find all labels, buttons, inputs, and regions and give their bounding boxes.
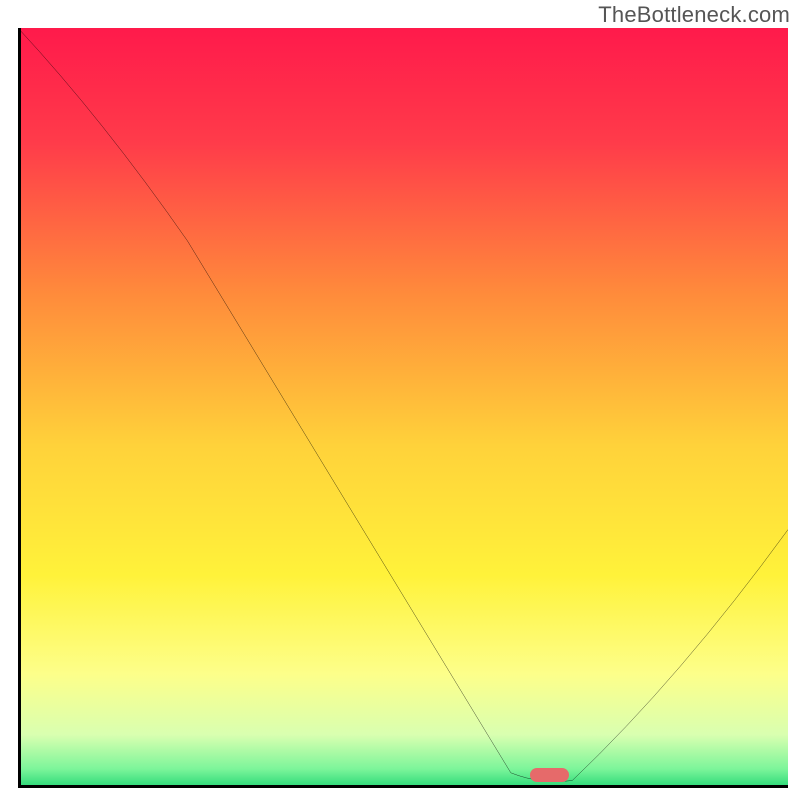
watermark-text: TheBottleneck.com <box>598 2 790 28</box>
plot-area <box>18 28 788 788</box>
chart-container: TheBottleneck.com <box>0 0 800 800</box>
axes <box>18 28 788 788</box>
optimal-marker <box>530 768 569 782</box>
